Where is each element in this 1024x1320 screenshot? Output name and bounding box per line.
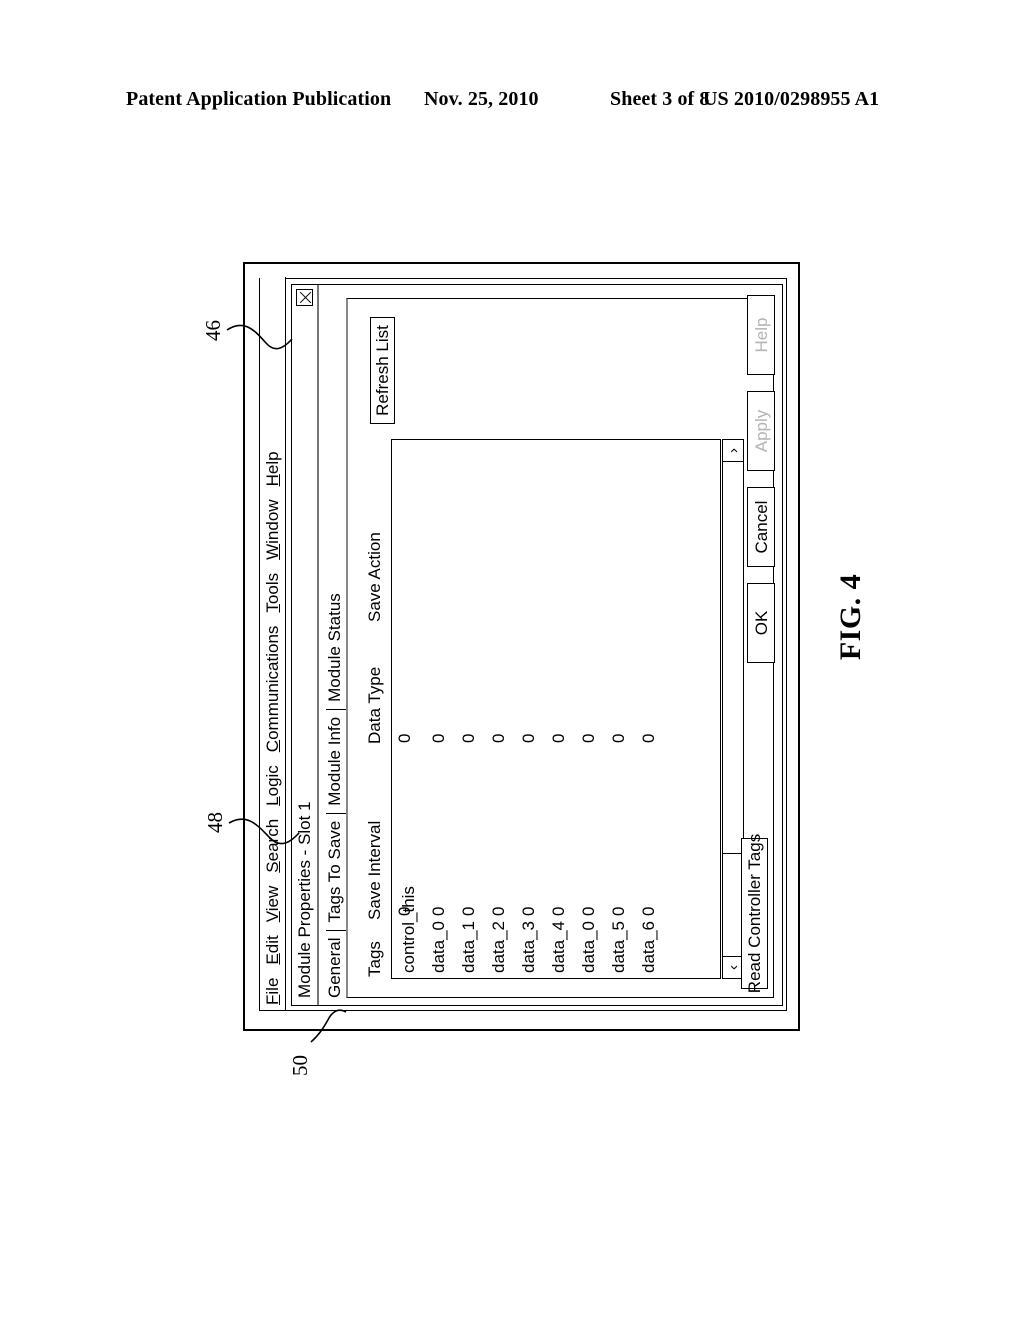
dialog-title: Module Properties - Slot 1 (295, 801, 314, 998)
cell-tag: data_4 (549, 921, 568, 973)
tab-module-status[interactable]: Module Status (325, 586, 346, 709)
cell-tag: data_2 (489, 921, 508, 973)
table-row[interactable]: data_3 0 0 (519, 438, 550, 978)
column-header-data-type: Data Type (365, 666, 384, 744)
ok-button[interactable]: OK (747, 583, 775, 663)
menu-mnemonic: C (263, 739, 282, 753)
sheet-number: Sheet 3 of 8 (610, 88, 710, 110)
scrollbar-thumb[interactable] (723, 853, 743, 956)
menu-mnemonic: L (263, 796, 282, 806)
cell-save-interval: 0 (429, 906, 448, 916)
menu-mnemonic: S (263, 861, 282, 873)
menu-mnemonic: W (263, 543, 282, 560)
patent-number: US 2010/0298955 A1 (703, 88, 880, 110)
cell-data-type: 0 (609, 733, 628, 743)
table-row[interactable]: control_this 0 0 (395, 438, 430, 978)
menu-item-edit[interactable]: Edit (263, 935, 282, 965)
cell-save-interval: 0 (639, 906, 658, 916)
column-header-tags: Tags (365, 941, 384, 977)
cell-save-interval: 0 (609, 906, 628, 916)
cell-data-type: 0 (395, 733, 414, 743)
close-icon[interactable] (296, 289, 313, 306)
menu-item-logic[interactable]: Logic (263, 765, 282, 806)
application-window: File Edit View Search Logic Communications Too… (259, 277, 787, 1011)
figure-label: FIG. 4 (834, 573, 868, 661)
cell-tag: data_6 (639, 921, 658, 973)
table-row[interactable]: data_1 0 0 (459, 438, 490, 978)
menu-mnemonic: V (263, 911, 282, 923)
cell-data-type: 0 (489, 733, 508, 743)
table-row[interactable]: data_0 0 0 (429, 438, 460, 978)
menu-item-tools[interactable]: Tools (263, 573, 282, 613)
menu-item-view[interactable]: View (263, 886, 282, 923)
cell-data-type: 0 (639, 733, 658, 743)
table-row[interactable]: data_4 0 0 (549, 438, 580, 978)
cell-save-interval: 0 (489, 906, 508, 916)
refresh-list-button[interactable]: Refresh List (370, 317, 395, 424)
cell-save-interval: 0 (519, 906, 538, 916)
table-row[interactable]: data_2 0 0 (489, 438, 520, 978)
cell-tag: data_3 (519, 921, 538, 973)
dialog-title-bar: Module Properties - Slot 1 (292, 285, 319, 1005)
menu-mnemonic: T (263, 604, 282, 613)
cell-tag: data_0 (429, 921, 448, 973)
cell-tag: control_this (399, 886, 418, 973)
patent-page-header: Patent Application Publication Nov. 25, … (0, 88, 1024, 122)
read-controller-tags-button[interactable]: Read Controller Tags (741, 834, 768, 993)
scroll-right-arrow-icon[interactable]: › (723, 440, 743, 462)
menu-item-search[interactable]: Search (263, 819, 282, 873)
table-row[interactable]: data_6 0 0 (639, 438, 670, 978)
scrollbar-track[interactable] (723, 462, 743, 853)
tab-general[interactable]: General (325, 929, 346, 998)
menu-bar: File Edit View Search Logic Communications Too… (260, 277, 286, 1010)
apply-button: Apply (747, 391, 775, 471)
scroll-left-arrow-icon[interactable]: ‹ (723, 956, 743, 978)
cell-tag: data_0 (579, 921, 598, 973)
reference-numeral-46: 46 (201, 320, 225, 341)
column-header-save-action: Save Action (365, 532, 384, 622)
cell-save-interval: 0 (395, 906, 414, 916)
cell-data-type: 0 (519, 733, 538, 743)
tab-strip: General Tags To Save Module Info Module Sta… (321, 285, 346, 1005)
reference-numeral-48: 48 (203, 812, 227, 833)
cell-tag: data_5 (609, 921, 628, 973)
cell-save-interval: 0 (459, 906, 478, 916)
menu-item-window[interactable]: Window (263, 499, 282, 560)
tab-module-info[interactable]: Module Info (325, 708, 346, 813)
dialog-button-row: OK Cancel Apply Help (747, 291, 775, 663)
menu-item-communications[interactable]: Communications (263, 626, 282, 753)
column-header-save-interval: Save Interval (365, 820, 384, 920)
tags-to-save-tab-page: Tags Save Interval Data Type Save Action… (346, 298, 774, 998)
tab-tags-to-save[interactable]: Tags To Save (325, 812, 346, 930)
figure-stage: File Edit View Search Logic Communications Too… (243, 256, 806, 1031)
help-button: Help (747, 295, 775, 375)
cell-data-type: 0 (579, 733, 598, 743)
menu-item-file[interactable]: File (263, 978, 282, 1005)
publication-date: Nov. 25, 2010 (424, 88, 539, 110)
grid-column-headers: Tags Save Interval Data Type Save Action (365, 357, 388, 977)
figure-outer-frame: File Edit View Search Logic Communications Too… (243, 262, 800, 1031)
cell-data-type: 0 (549, 733, 568, 743)
cell-data-type: 0 (429, 733, 448, 743)
table-row[interactable]: data_5 0 0 (609, 438, 640, 978)
menu-mnemonic: H (263, 474, 282, 487)
cancel-button[interactable]: Cancel (747, 487, 775, 567)
publication-label: Patent Application Publication (126, 88, 392, 110)
cell-data-type: 0 (459, 733, 478, 743)
cell-tag: data_1 (459, 921, 478, 973)
menu-mnemonic: F (263, 994, 282, 1005)
reference-numeral-50: 50 (288, 1055, 312, 1076)
menu-mnemonic: E (263, 953, 282, 965)
module-properties-dialog: Module Properties - Slot 1 General Tags T… (291, 284, 783, 1006)
tags-list-box[interactable]: control_this 0 0 data_0 0 0 data_1 0 0 data_2 0 0 da… (391, 439, 721, 979)
table-row[interactable]: data_0 0 0 (579, 438, 610, 978)
menu-item-help[interactable]: Help (263, 451, 282, 487)
cell-save-interval: 0 (579, 906, 598, 916)
cell-save-interval: 0 (549, 906, 568, 916)
